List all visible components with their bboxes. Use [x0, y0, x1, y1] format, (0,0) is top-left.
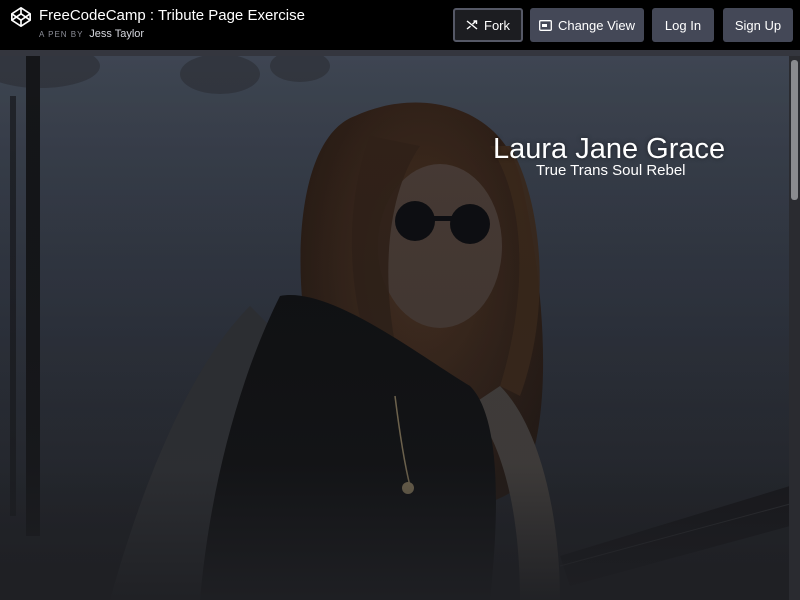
sign-up-button-label: Sign Up: [734, 17, 782, 33]
pen-author-row: A PEN BY Jess Taylor: [39, 28, 305, 41]
pen-title: FreeCodeCamp : Tribute Page Exercise: [39, 7, 305, 24]
hero-title: Laura Jane Grace: [493, 133, 726, 165]
preview-scrollbar-thumb[interactable]: [791, 60, 798, 200]
log-in-button[interactable]: Log In: [652, 8, 714, 42]
pen-by-label: A PEN BY: [39, 30, 84, 39]
sign-up-button[interactable]: Sign Up: [723, 8, 793, 42]
fork-icon: [466, 19, 478, 31]
change-view-icon: [539, 19, 552, 31]
hero-subtitle: True Trans Soul Rebel: [536, 162, 686, 179]
codepen-logo-icon[interactable]: [10, 6, 32, 28]
log-in-button-label: Log In: [664, 17, 702, 33]
fork-button-label: Fork: [484, 17, 510, 33]
pen-title-block: FreeCodeCamp : Tribute Page Exercise A P…: [39, 6, 305, 41]
preview-pane: Laura Jane Grace True Trans Soul Rebel: [0, 56, 800, 600]
app-header: FreeCodeCamp : Tribute Page Exercise A P…: [0, 0, 800, 50]
change-view-button[interactable]: Change View: [530, 8, 644, 42]
author-link[interactable]: Jess Taylor: [89, 28, 144, 40]
fork-button[interactable]: Fork: [453, 8, 523, 42]
change-view-button-label: Change View: [557, 17, 636, 33]
